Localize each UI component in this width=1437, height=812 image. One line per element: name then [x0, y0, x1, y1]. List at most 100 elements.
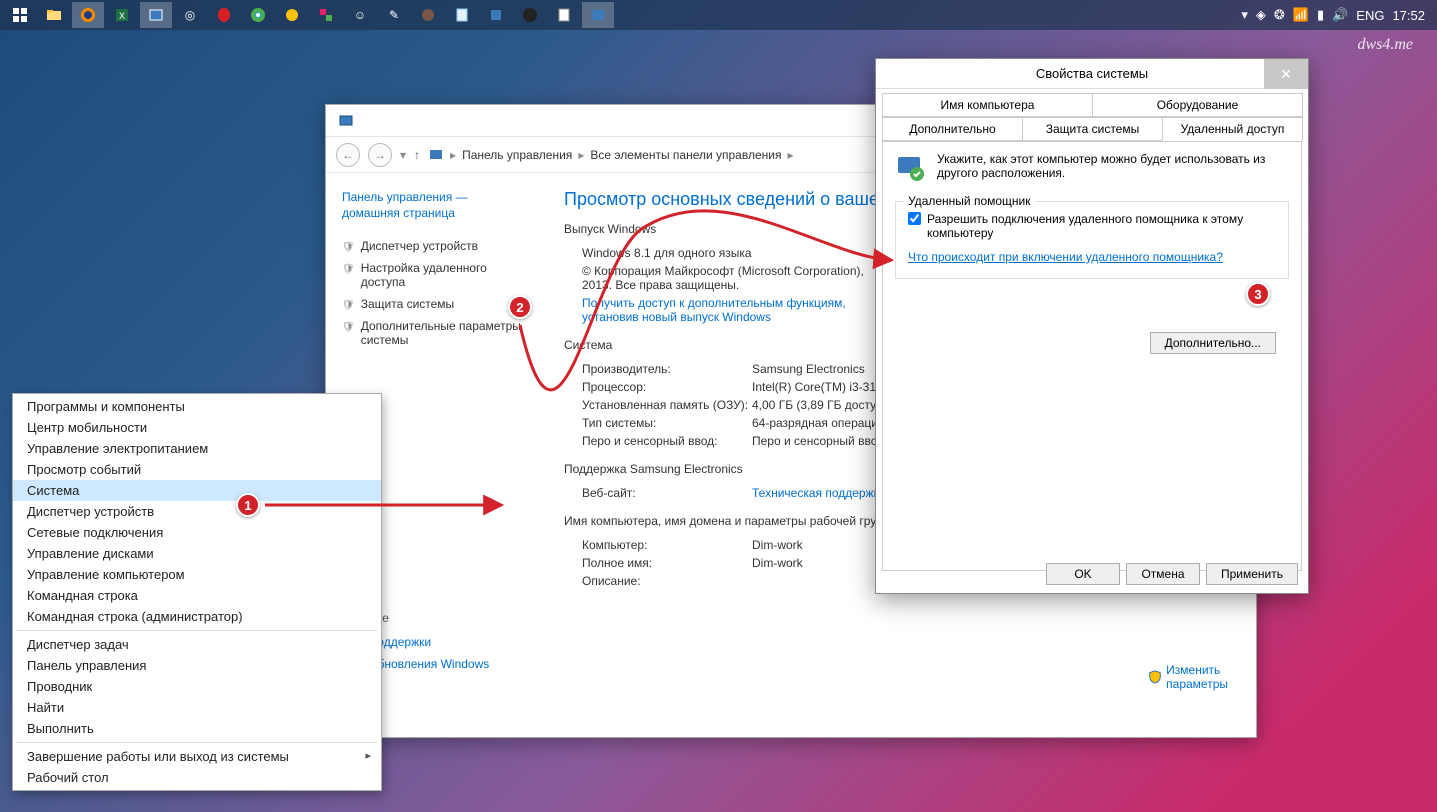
shield-icon: 🛡 — [342, 261, 355, 275]
tab-body: Укажите, как этот компьютер можно будет … — [882, 141, 1302, 571]
tab-hardware[interactable]: Оборудование — [1092, 93, 1303, 117]
allow-remote-label: Разрешить подключения удаленного помощни… — [927, 212, 1276, 240]
ctx-network[interactable]: Сетевые подключения — [13, 522, 381, 543]
sidebar-link-devmgr[interactable]: 🛡Диспетчер устройств — [336, 235, 536, 257]
type-label: Тип системы: — [582, 416, 752, 430]
notepad-icon[interactable] — [446, 2, 478, 28]
ctx-shutdown[interactable]: Завершение работы или выход из системы — [13, 746, 381, 767]
explorer-icon[interactable] — [38, 2, 70, 28]
ctx-desktop[interactable]: Рабочий стол — [13, 767, 381, 788]
app-icon-6[interactable]: ✎ — [378, 2, 410, 28]
taskbar: X ◎ ☺ ✎ ▾ ◈ ❂ 📶 ▮ 🔊 ENG 17:52 — [0, 0, 1437, 30]
ctx-events[interactable]: Просмотр событий — [13, 459, 381, 480]
advanced-button[interactable]: Дополнительно... — [1150, 332, 1276, 354]
start-button[interactable] — [4, 2, 36, 28]
tray-icon-1[interactable]: ◈ — [1256, 7, 1266, 23]
system-properties-dialog: Свойства системы ✕ Имя компьютера Оборуд… — [875, 58, 1309, 594]
ctx-devmgr[interactable]: Диспетчер устройств — [13, 501, 381, 522]
cancel-button[interactable]: Отмена — [1126, 563, 1200, 585]
tab-remote[interactable]: Удаленный доступ — [1162, 117, 1303, 141]
remote-hint: Укажите, как этот компьютер можно будет … — [937, 152, 1289, 180]
allow-remote-checkbox[interactable] — [908, 212, 921, 225]
full-value: Dim-work — [752, 556, 803, 570]
sidebar-link-remote[interactable]: 🛡Настройка удаленного доступа — [336, 257, 536, 293]
remote-icon — [895, 152, 927, 187]
full-label: Полное имя: — [582, 556, 752, 570]
remote-assist-fieldset: Удаленный помощник Разрешить подключения… — [895, 201, 1289, 279]
ctx-taskmgr[interactable]: Диспетчер задач — [13, 634, 381, 655]
change-settings-link[interactable]: Изменитьпараметры — [1148, 663, 1228, 691]
tray-icon-2[interactable]: ❂ — [1274, 7, 1285, 23]
badge-3: 3 — [1246, 282, 1270, 306]
app-icon-10[interactable] — [582, 2, 614, 28]
clock[interactable]: 17:52 — [1392, 8, 1425, 23]
comp-value: Dim-work — [752, 538, 803, 552]
language-indicator[interactable]: ENG — [1356, 8, 1384, 23]
network-icon[interactable]: 📶 — [1293, 7, 1309, 23]
system-tray: ▾ ◈ ❂ 📶 ▮ 🔊 ENG 17:52 — [1241, 7, 1437, 23]
pen-value: Перо и сенсорный ввс — [752, 434, 877, 448]
sidebar-link-protect[interactable]: 🛡Защита системы — [336, 293, 536, 315]
breadcrumb-mid[interactable]: Все элементы панели управления — [590, 148, 781, 162]
allow-remote-checkbox-row[interactable]: Разрешить подключения удаленного помощни… — [908, 212, 1276, 240]
tab-advanced[interactable]: Дополнительно — [882, 117, 1023, 141]
ctx-system[interactable]: Система — [13, 480, 381, 501]
app-icon-8[interactable] — [480, 2, 512, 28]
shield-icon: 🛡 — [342, 319, 355, 333]
breadcrumb-icon — [428, 147, 444, 163]
ctx-compmgmt[interactable]: Управление компьютером — [13, 564, 381, 585]
app-icon-7[interactable] — [412, 2, 444, 28]
opera-icon[interactable] — [208, 2, 240, 28]
app-icon-1[interactable] — [140, 2, 172, 28]
site-link[interactable]: Техническая поддержк — [752, 486, 879, 500]
ctx-search[interactable]: Найти — [13, 697, 381, 718]
breadcrumb-root[interactable]: Панель управления — [462, 148, 572, 162]
up-button[interactable]: ↑ — [414, 148, 420, 162]
features-link[interactable]: Получить доступ к дополнительным функция… — [582, 296, 846, 324]
apply-button[interactable]: Применить — [1206, 563, 1298, 585]
forward-button[interactable]: → — [368, 143, 392, 167]
app-icon-4[interactable] — [310, 2, 342, 28]
cp-home-link[interactable]: Панель управления — домашняя страница — [336, 189, 536, 221]
app-icon-2[interactable]: ◎ — [174, 2, 206, 28]
close-button[interactable]: ✕ — [1264, 59, 1308, 89]
tab-protection[interactable]: Защита системы — [1022, 117, 1163, 141]
winx-menu: Программы и компоненты Центр мобильности… — [12, 393, 382, 791]
tray-chevron-icon[interactable]: ▾ — [1241, 7, 1248, 23]
ctx-power[interactable]: Управление электропитанием — [13, 438, 381, 459]
fieldset-legend: Удаленный помощник — [904, 194, 1035, 208]
app-icon-3[interactable] — [276, 2, 308, 28]
ctx-cmd[interactable]: Командная строка — [13, 585, 381, 606]
app-icon-9[interactable] — [548, 2, 580, 28]
volume-icon[interactable]: 🔊 — [1332, 7, 1348, 23]
what-happens-link[interactable]: Что происходит при включении удаленного … — [908, 250, 1276, 264]
shield-icon — [1148, 670, 1162, 684]
badge-1: 1 — [236, 493, 260, 517]
back-button[interactable]: ← — [336, 143, 360, 167]
app-icon-5[interactable]: ☺ — [344, 2, 376, 28]
mfr-value: Samsung Electronics — [752, 362, 865, 376]
ctx-run[interactable]: Выполнить — [13, 718, 381, 739]
ctx-explorer[interactable]: Проводник — [13, 676, 381, 697]
breadcrumb[interactable]: ▸ Панель управления ▸ Все элементы панел… — [428, 147, 793, 163]
dialog-titlebar: Свойства системы ✕ — [876, 59, 1308, 89]
ok-button[interactable]: OK — [1046, 563, 1120, 585]
history-chevron-icon[interactable]: ▾ — [400, 148, 406, 162]
type-value: 64-разрядная операци — [752, 416, 878, 430]
ctx-cp[interactable]: Панель управления — [13, 655, 381, 676]
steam-icon[interactable] — [514, 2, 546, 28]
ctx-disk[interactable]: Управление дисками — [13, 543, 381, 564]
comp-label: Компьютер: — [582, 538, 752, 552]
watermark: dws4.me — [1357, 36, 1413, 54]
chrome-icon[interactable] — [242, 2, 274, 28]
excel-icon[interactable]: X — [106, 2, 138, 28]
battery-icon[interactable]: ▮ — [1317, 7, 1324, 23]
shield-icon: 🛡 — [342, 297, 355, 311]
ctx-cmd-admin[interactable]: Командная строка (администратор) — [13, 606, 381, 627]
tab-computer-name[interactable]: Имя компьютера — [882, 93, 1093, 117]
desc-label: Описание: — [582, 574, 752, 588]
ctx-programs[interactable]: Программы и компоненты — [13, 396, 381, 417]
sidebar-link-adv[interactable]: 🛡Дополнительные параметры системы — [336, 315, 536, 351]
firefox-icon[interactable] — [72, 2, 104, 28]
ctx-mobility[interactable]: Центр мобильности — [13, 417, 381, 438]
